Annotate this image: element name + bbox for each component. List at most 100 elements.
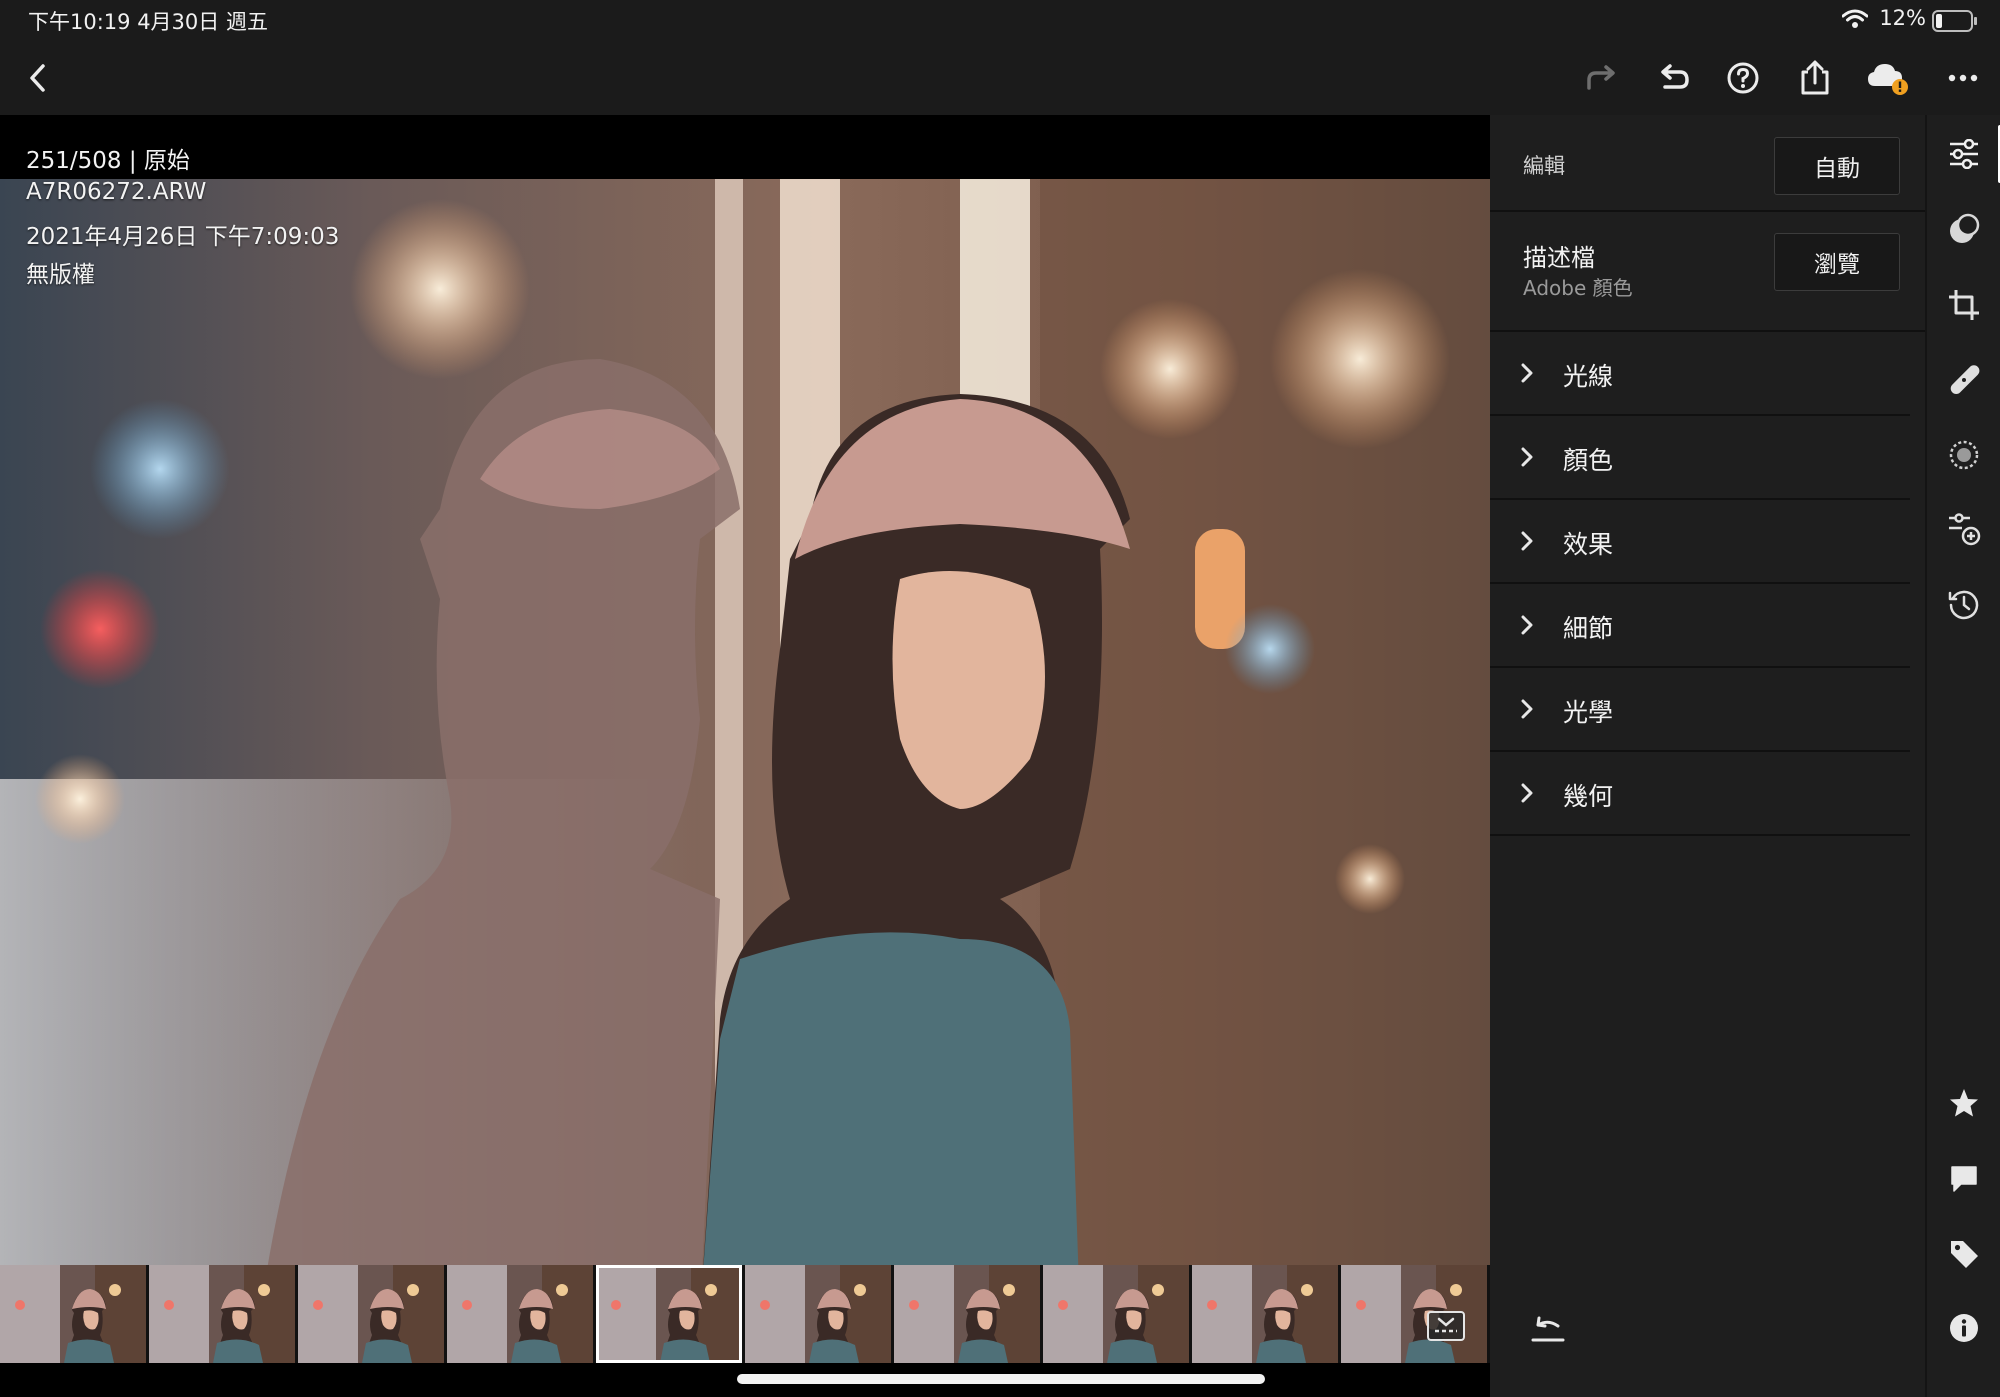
edit-panel: 編輯 自動 描述檔 Adobe 顏色 瀏覽 光線 顏色 效果 細節 光學 幾何	[1490, 115, 1925, 1397]
filmstrip-toggle-button[interactable]	[1427, 1311, 1465, 1341]
section-label: 幾何	[1563, 782, 1614, 811]
help-icon	[1727, 62, 1759, 94]
more-icon	[1948, 74, 1978, 82]
profile-block: 描述檔 Adobe 顏色 瀏覽	[1490, 212, 1925, 332]
section-optics[interactable]: 光學	[1490, 668, 1910, 752]
presets-icon	[1949, 513, 1981, 546]
info-icon	[1950, 1314, 1978, 1342]
thumbnail-image	[1043, 1265, 1189, 1363]
filmstrip-thumbnail[interactable]	[0, 1265, 146, 1363]
healing-icon	[1950, 365, 1980, 394]
profile-value: Adobe 顏色	[1523, 276, 1633, 300]
thumbnail-image	[596, 1265, 742, 1363]
section-label: 光線	[1563, 362, 1614, 391]
collapse-filmstrip-icon	[1435, 1317, 1457, 1333]
browse-profiles-button[interactable]: 瀏覽	[1774, 233, 1900, 291]
star-icon	[1950, 1089, 1978, 1117]
more-button[interactable]	[1939, 54, 1987, 102]
chevron-right-icon	[1521, 783, 1533, 803]
info-button[interactable]	[1940, 1304, 1988, 1352]
main-photo[interactable]	[0, 179, 1490, 1314]
profile-title: 描述檔	[1523, 244, 1595, 272]
reset-edits-button[interactable]	[1526, 1308, 1570, 1352]
tag-icon	[1951, 1241, 1978, 1268]
masking-icon	[1950, 213, 1980, 243]
thumbnail-image	[745, 1265, 891, 1363]
battery-icon	[1932, 10, 1977, 32]
cloud-sync-warning-icon	[1868, 64, 1908, 95]
undo-icon	[1661, 64, 1689, 89]
presets-tool-button[interactable]	[1940, 506, 1988, 554]
crop-icon	[1949, 290, 1979, 320]
share-button[interactable]	[1791, 54, 1839, 102]
section-effects[interactable]: 效果	[1490, 500, 1910, 584]
healing-tool-button[interactable]	[1940, 356, 1988, 404]
photo-viewer: 251/508 | 原始 A7R06272.ARW 2021年4月26日 下午7…	[0, 115, 1490, 1397]
section-color[interactable]: 顏色	[1490, 416, 1910, 500]
battery-percent: 12%	[1879, 6, 1926, 30]
redo-button[interactable]	[1578, 54, 1626, 102]
redo-icon	[1587, 65, 1615, 90]
cloud-sync-button[interactable]	[1864, 54, 1912, 102]
photo-filename: A7R06272.ARW	[26, 179, 207, 205]
chevron-right-icon	[1521, 615, 1533, 635]
filmstrip-thumbnail[interactable]	[298, 1265, 444, 1363]
filmstrip-thumbnail[interactable]	[1341, 1265, 1487, 1363]
thumbnail-image	[149, 1265, 295, 1363]
section-detail[interactable]: 細節	[1490, 584, 1910, 668]
undo-button[interactable]	[1650, 54, 1698, 102]
filmstrip-thumbnail[interactable]	[447, 1265, 593, 1363]
tool-rail	[1925, 115, 2000, 1397]
selective-icon	[1949, 440, 1979, 470]
filmstrip-thumbnail[interactable]	[894, 1265, 1040, 1363]
filmstrip-thumbnail[interactable]	[1192, 1265, 1338, 1363]
history-tool-button[interactable]	[1940, 581, 1988, 629]
tag-button[interactable]	[1940, 1230, 1988, 1278]
section-light[interactable]: 光線	[1490, 332, 1910, 416]
photo-image	[0, 179, 1490, 1314]
photo-copyright: 無版權	[26, 262, 95, 288]
selective-tool-button[interactable]	[1940, 431, 1988, 479]
filmstrip-thumbnail[interactable]	[1043, 1265, 1189, 1363]
history-icon	[1948, 590, 1979, 620]
filmstrip-thumbnail[interactable]	[596, 1265, 742, 1363]
auto-button[interactable]: 自動	[1774, 137, 1900, 195]
filmstrip-thumbnail[interactable]	[745, 1265, 891, 1363]
chevron-right-icon	[1521, 531, 1533, 551]
chevron-right-icon	[1521, 447, 1533, 467]
edit-sections: 光線 顏色 效果 細節 光學 幾何	[1490, 332, 1910, 836]
comment-button[interactable]	[1940, 1155, 1988, 1203]
home-indicator[interactable]	[737, 1374, 1265, 1384]
edit-sliders-icon	[1950, 139, 1978, 169]
filmstrip[interactable]	[0, 1265, 1490, 1363]
section-label: 細節	[1563, 614, 1614, 643]
filmstrip-thumbnail[interactable]	[149, 1265, 295, 1363]
edit-header: 編輯 自動	[1490, 115, 1925, 212]
status-time-date: 下午10:19 4月30日 週五	[28, 10, 268, 34]
help-button[interactable]	[1719, 54, 1767, 102]
top-toolbar	[0, 40, 2000, 115]
edit-title: 編輯	[1523, 154, 1565, 178]
thumbnail-image	[447, 1265, 593, 1363]
crop-tool-button[interactable]	[1940, 281, 1988, 329]
thumbnail-image	[298, 1265, 444, 1363]
thumbnail-image	[1192, 1265, 1338, 1363]
thumbnail-image	[1341, 1265, 1487, 1363]
thumbnail-image	[894, 1265, 1040, 1363]
comment-icon	[1951, 1166, 1977, 1192]
photo-datetime: 2021年4月26日 下午7:09:03	[26, 224, 340, 250]
chevron-right-icon	[1521, 699, 1533, 719]
share-icon	[1801, 60, 1829, 95]
back-button[interactable]	[14, 54, 62, 102]
rating-button[interactable]	[1940, 1079, 1988, 1127]
thumbnail-image	[0, 1265, 146, 1363]
reset-icon	[1531, 1316, 1565, 1342]
photo-position: 251/508 | 原始	[26, 148, 190, 174]
back-icon	[30, 64, 45, 92]
section-label: 光學	[1563, 698, 1614, 727]
status-bar: 下午10:19 4月30日 週五 12%	[0, 0, 2000, 40]
masking-tool-button[interactable]	[1940, 205, 1988, 253]
section-geometry[interactable]: 幾何	[1490, 752, 1910, 836]
section-label: 顏色	[1563, 446, 1614, 475]
edit-tool-button[interactable]	[1940, 130, 1988, 178]
